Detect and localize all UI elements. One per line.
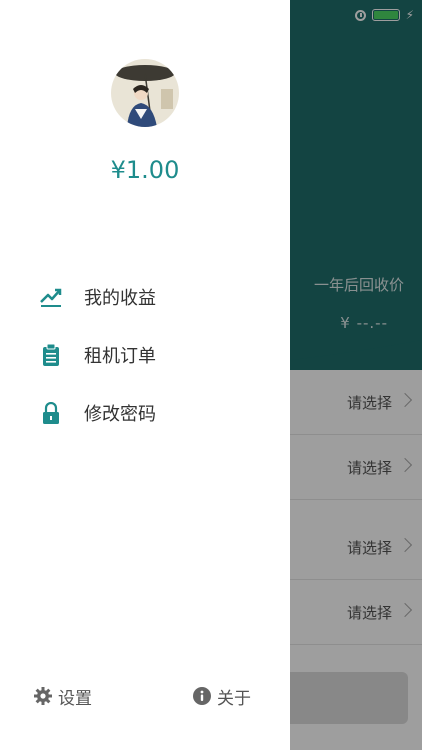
about-label: 关于 [217,688,251,709]
about-button[interactable]: 关于 [193,680,251,712]
menu-item-label: 我的收益 [84,288,156,309]
balance-amount: ¥1.00 [110,156,180,184]
drawer-footer: 设置 关于 [0,680,290,712]
menu-item-label: 修改密码 [84,404,156,425]
menu-item-my-earnings[interactable]: 我的收益 [0,268,290,326]
avatar[interactable] [111,59,179,127]
lock-icon [40,402,62,424]
menu-item-rental-orders[interactable]: 租机订单 [0,326,290,384]
drawer-menu: 我的收益 租机订单 修改密码 [0,268,290,442]
menu-item-change-password[interactable]: 修改密码 [0,384,290,442]
clipboard-icon [40,344,62,366]
settings-button[interactable]: 设置 [34,680,92,712]
earnings-trend-icon [40,286,62,308]
gear-icon [34,687,52,705]
info-icon [193,687,211,705]
side-drawer: ¥1.00 我的收益 租机订单 修改密码 设置 关于 [0,0,290,750]
settings-label: 设置 [58,688,92,709]
menu-item-label: 租机订单 [84,346,156,367]
